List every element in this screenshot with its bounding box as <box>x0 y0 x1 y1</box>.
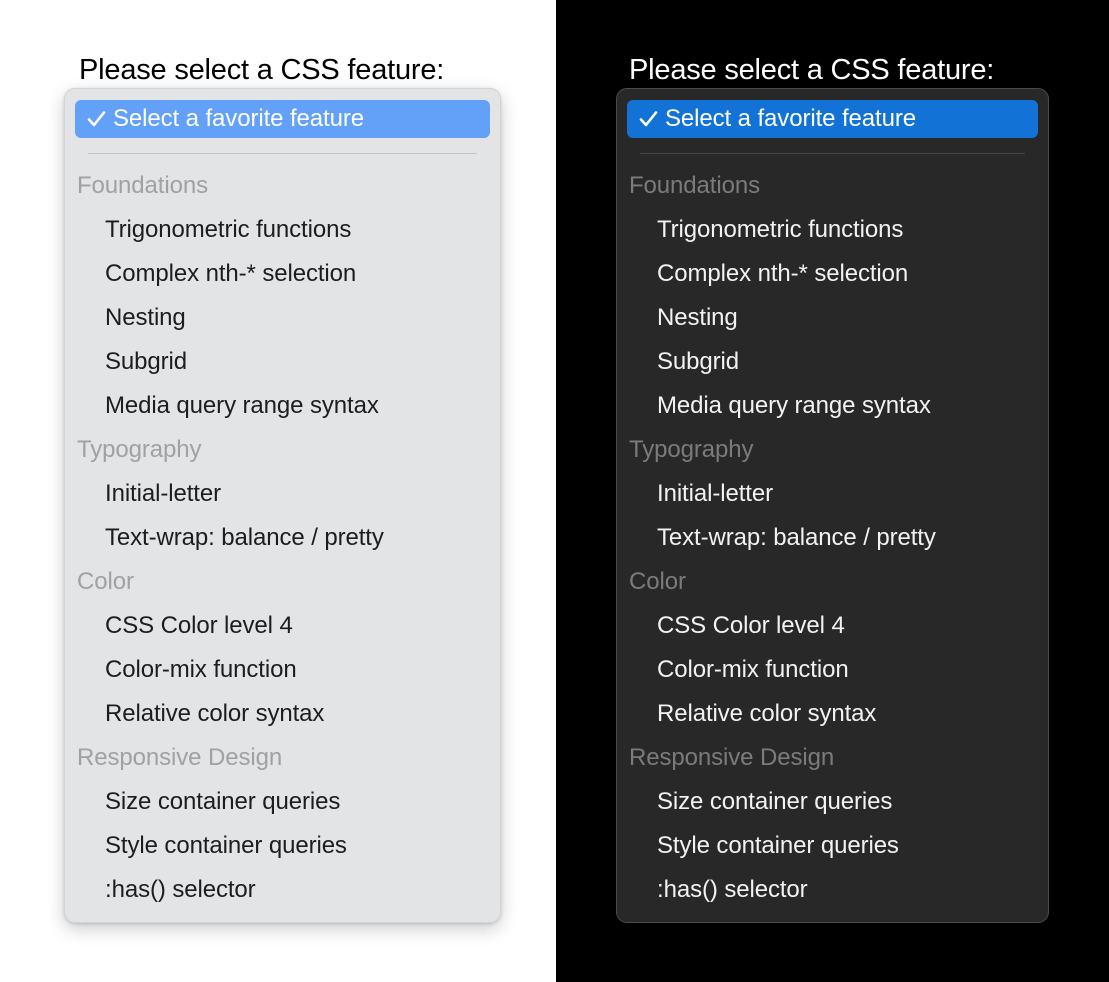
option-subgrid-dark[interactable]: Subgrid <box>627 340 1038 384</box>
selected-option-row-dark[interactable]: Select a favorite feature <box>627 100 1038 138</box>
option-style-container-queries[interactable]: Style container queries <box>75 824 490 868</box>
group-label-color: Color <box>77 568 134 595</box>
option-color-mix-function[interactable]: Color-mix function <box>75 648 490 692</box>
option-list-light: Foundations Trigonometric functions Comp… <box>75 164 490 912</box>
light-theme-pane: Please select a CSS feature: Select a fa… <box>0 0 556 982</box>
checkmark-icon <box>87 108 106 130</box>
option-size-container-queries[interactable]: Size container queries <box>75 780 490 824</box>
option-list-dark: Foundations Trigonometric functions Comp… <box>627 164 1038 912</box>
option-relative-color-syntax[interactable]: Relative color syntax <box>75 692 490 736</box>
option-trigonometric-functions[interactable]: Trigonometric functions <box>75 208 490 252</box>
select-dropdown-light[interactable]: Select a favorite feature Foundations Tr… <box>64 88 501 923</box>
menu-divider-dark <box>640 153 1025 154</box>
option-css-color-level-4-dark[interactable]: CSS Color level 4 <box>627 604 1038 648</box>
group-label-responsive-design-dark: Responsive Design <box>629 744 835 771</box>
selected-option-label: Select a favorite feature <box>113 105 364 132</box>
option-initial-letter[interactable]: Initial-letter <box>75 472 490 516</box>
option-trigonometric-functions-dark[interactable]: Trigonometric functions <box>627 208 1038 252</box>
group-label-typography-dark: Typography <box>629 436 754 463</box>
page-title: Please select a CSS feature: <box>79 54 445 86</box>
option-color-mix-function-dark[interactable]: Color-mix function <box>627 648 1038 692</box>
option-has-selector[interactable]: :has() selector <box>75 868 490 912</box>
option-nesting-dark[interactable]: Nesting <box>627 296 1038 340</box>
option-media-query-range-syntax-dark[interactable]: Media query range syntax <box>627 384 1038 428</box>
option-complex-nth-selection[interactable]: Complex nth-* selection <box>75 252 490 296</box>
checkmark-icon <box>639 108 658 130</box>
option-css-color-level-4[interactable]: CSS Color level 4 <box>75 604 490 648</box>
group-label-responsive-design: Responsive Design <box>77 744 283 771</box>
menu-divider <box>88 153 477 154</box>
option-size-container-queries-dark[interactable]: Size container queries <box>627 780 1038 824</box>
dark-theme-pane: Please select a CSS feature: Select a fa… <box>556 0 1109 982</box>
option-text-wrap-balance-pretty[interactable]: Text-wrap: balance / pretty <box>75 516 490 560</box>
selected-option-row[interactable]: Select a favorite feature <box>75 100 490 138</box>
option-subgrid[interactable]: Subgrid <box>75 340 490 384</box>
option-initial-letter-dark[interactable]: Initial-letter <box>627 472 1038 516</box>
option-nesting[interactable]: Nesting <box>75 296 490 340</box>
group-label-color-dark: Color <box>629 568 686 595</box>
select-dropdown-dark[interactable]: Select a favorite feature Foundations Tr… <box>616 88 1049 923</box>
page-title-dark: Please select a CSS feature: <box>629 54 995 86</box>
group-label-typography: Typography <box>77 436 202 463</box>
selected-option-label-dark: Select a favorite feature <box>665 105 916 132</box>
option-text-wrap-balance-pretty-dark[interactable]: Text-wrap: balance / pretty <box>627 516 1038 560</box>
option-style-container-queries-dark[interactable]: Style container queries <box>627 824 1038 868</box>
option-media-query-range-syntax[interactable]: Media query range syntax <box>75 384 490 428</box>
group-label-foundations: Foundations <box>77 172 208 199</box>
option-relative-color-syntax-dark[interactable]: Relative color syntax <box>627 692 1038 736</box>
group-label-foundations-dark: Foundations <box>629 172 760 199</box>
option-has-selector-dark[interactable]: :has() selector <box>627 868 1038 912</box>
option-complex-nth-selection-dark[interactable]: Complex nth-* selection <box>627 252 1038 296</box>
